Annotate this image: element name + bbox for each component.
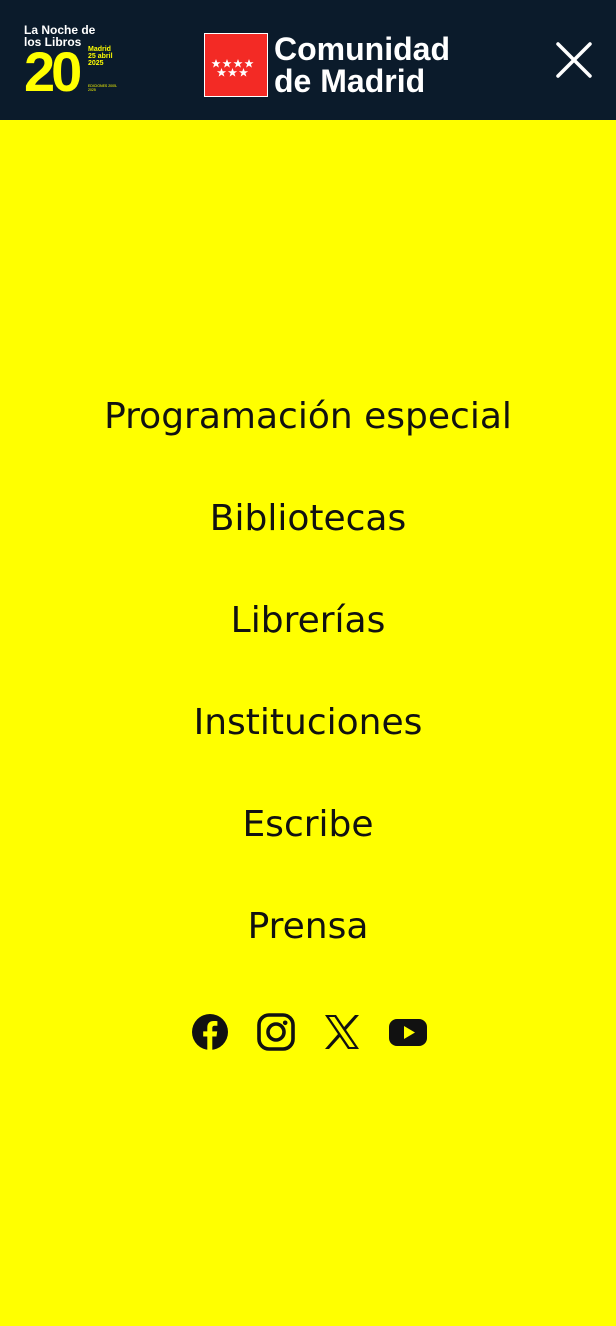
menu-item-prensa[interactable]: Prensa	[0, 876, 616, 978]
region-name-line1: Comunidad	[274, 31, 450, 67]
menu-item-escribe[interactable]: Escribe	[0, 774, 616, 876]
close-menu-button[interactable]	[552, 38, 596, 82]
close-icon	[556, 42, 592, 78]
instagram-icon[interactable]	[256, 1012, 296, 1052]
menu-item-librerias[interactable]: Librerías	[0, 570, 616, 672]
main-menu: Programación especial Bibliotecas Librer…	[0, 366, 616, 978]
facebook-icon[interactable]	[190, 1012, 230, 1052]
comunidad-de-madrid-logo[interactable]: Comunidad de Madrid	[204, 33, 454, 97]
social-links	[190, 1012, 430, 1052]
event-city: Madrid	[88, 46, 111, 53]
youtube-icon[interactable]	[388, 1012, 428, 1052]
event-editions: EDICIONES 2005-2025	[88, 84, 118, 92]
region-name-line2: de Madrid	[274, 63, 426, 99]
menu-item-bibliotecas[interactable]: Bibliotecas	[0, 468, 616, 570]
menu-item-instituciones[interactable]: Instituciones	[0, 672, 616, 774]
flag-stars	[211, 59, 254, 77]
noche-de-los-libros-logo[interactable]: La Noche de los Libros 20 Madrid 25 abri…	[24, 24, 118, 103]
x-icon[interactable]	[322, 1012, 362, 1052]
region-name: Comunidad de Madrid	[274, 33, 450, 97]
madrid-flag-icon	[204, 33, 268, 97]
event-date: 25 abril	[88, 53, 113, 60]
event-edition-number: 20	[24, 40, 82, 103]
event-year: 2025	[88, 60, 104, 67]
event-details: Madrid 25 abril 2025	[88, 46, 113, 67]
menu-item-programacion-especial[interactable]: Programación especial	[0, 366, 616, 468]
top-bar: La Noche de los Libros 20 Madrid 25 abri…	[0, 0, 616, 120]
